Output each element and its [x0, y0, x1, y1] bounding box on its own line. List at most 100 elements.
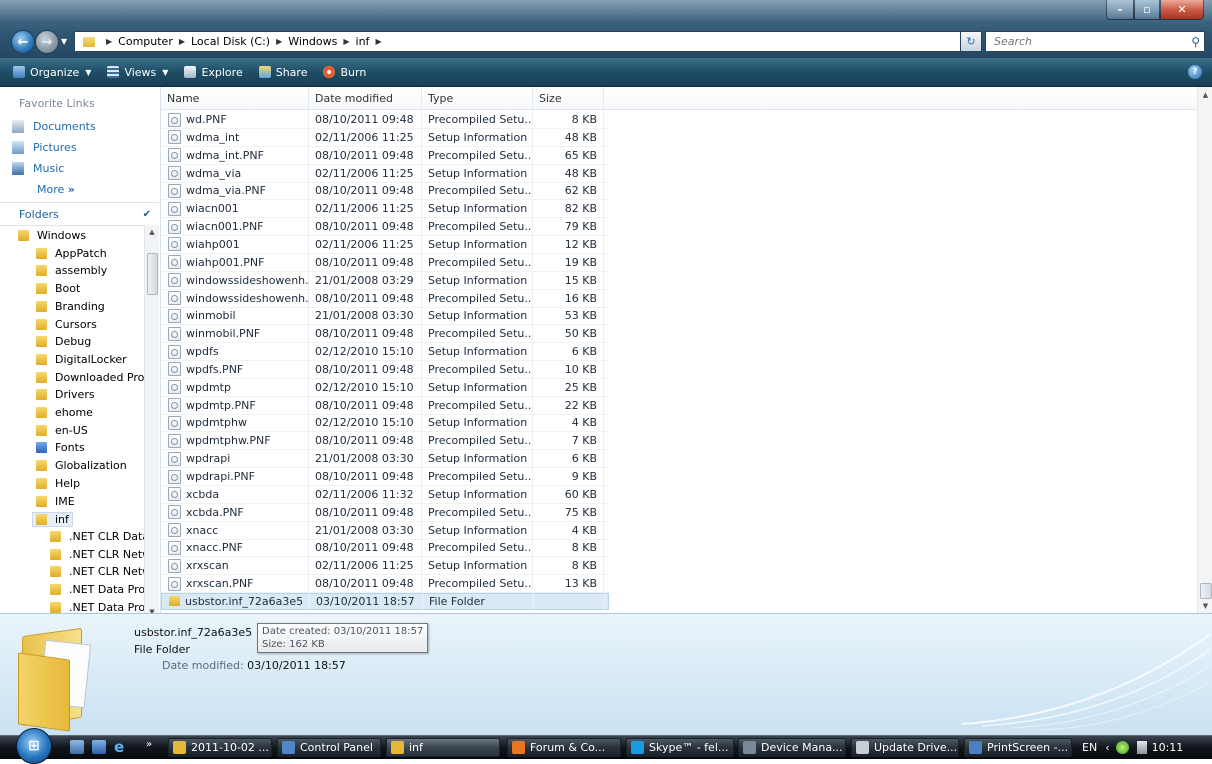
tree-folder[interactable]: .NET CLR Data	[50, 530, 144, 543]
show-desktop-icon[interactable]	[70, 740, 84, 754]
file-row[interactable]: wiacn001.PNF 08/10/2011 09:48 Precompiled …	[161, 218, 609, 237]
tree-folder[interactable]: Cursors	[36, 318, 97, 331]
scroll-up-icon[interactable]: ▲	[145, 225, 159, 239]
tree-folder[interactable]: Fonts	[36, 441, 85, 454]
tree-folder[interactable]: ehome	[36, 406, 93, 419]
tree-folder[interactable]: IME	[36, 495, 75, 508]
burn-button[interactable]: Burn	[320, 61, 369, 83]
favorite-music[interactable]: Music	[12, 162, 64, 175]
file-row[interactable]: wdma_int 02/11/2006 11:25 Setup Informatio…	[161, 128, 609, 147]
file-row[interactable]: wiahp001 02/11/2006 11:25 Setup Informatio…	[161, 235, 609, 254]
scroll-up-icon[interactable]: ▲	[1198, 87, 1212, 102]
taskbar-button[interactable]: Update Drive...	[851, 738, 959, 757]
taskbar-button[interactable]: 2011-10-02 ...	[168, 738, 272, 757]
file-row[interactable]: wpdrapi.PNF 08/10/2011 09:48 Precompiled S…	[161, 468, 609, 486]
file-row[interactable]: wdma_via.PNF 08/10/2011 09:48 Precompiled …	[161, 182, 609, 201]
column-header-size[interactable]: Size	[533, 87, 604, 109]
tree-folder[interactable]: assembly	[36, 264, 107, 277]
close-button[interactable]: ✕	[1160, 0, 1204, 20]
explore-button[interactable]: Explore	[181, 61, 245, 83]
start-button[interactable]: ⊞	[16, 728, 52, 764]
search-box[interactable]: ⚲	[985, 31, 1205, 52]
file-row[interactable]: xcbda.PNF 08/10/2011 09:48 Precompiled Set…	[161, 503, 609, 522]
tree-folder[interactable]: .NET CLR Netw	[50, 565, 144, 578]
scroll-thumb[interactable]	[1200, 583, 1212, 599]
more-links[interactable]: More »	[37, 183, 75, 196]
file-row[interactable]: wpdmtp.PNF 08/10/2011 09:48 Precompiled Se…	[161, 396, 609, 415]
file-row[interactable]: wiacn001 02/11/2006 11:25 Setup Informatio…	[161, 200, 609, 219]
folder-tree-scrollbar[interactable]: ▲ ▼	[144, 225, 159, 619]
breadcrumb-arrow-icon[interactable]: ▶	[179, 37, 185, 46]
breadcrumb-arrow-icon[interactable]: ▶	[343, 37, 349, 46]
quick-launch-more-icon[interactable]: »	[146, 739, 152, 750]
breadcrumb-arrow-icon[interactable]: ▶	[375, 37, 381, 46]
file-row[interactable]: wpdfs 02/12/2010 15:10 Setup Information 6 …	[161, 343, 609, 362]
network-icon[interactable]	[1136, 741, 1147, 754]
help-icon[interactable]: ?	[1188, 65, 1202, 79]
maximize-button[interactable]: ▫	[1134, 0, 1160, 20]
file-row[interactable]: wpdmtphw 02/12/2010 15:10 Setup Informatio…	[161, 414, 609, 433]
internet-explorer-icon[interactable]: e	[114, 738, 128, 756]
file-row[interactable]: wdma_int.PNF 08/10/2011 09:48 Precompiled …	[161, 146, 609, 165]
tree-folder[interactable]: .NET Data Prov	[50, 583, 144, 596]
file-row[interactable]: winmobil.PNF 08/10/2011 09:48 Precompiled …	[161, 325, 609, 344]
tree-folder[interactable]: Boot	[36, 282, 80, 295]
file-row[interactable]: wpdrapi 21/01/2008 03:30 Setup Information…	[161, 450, 609, 469]
views-button[interactable]: Views ▼	[104, 61, 171, 83]
scroll-down-icon[interactable]: ▼	[1198, 598, 1212, 613]
share-button[interactable]: Share	[256, 61, 311, 83]
file-row[interactable]: wpdmtphw.PNF 08/10/2011 09:48 Precompiled …	[161, 432, 609, 451]
taskbar-button[interactable]: PrintScreen -...	[964, 738, 1072, 757]
recent-pages-dropdown[interactable]: ▼	[61, 37, 67, 46]
search-icon[interactable]: ⚲	[1191, 35, 1200, 49]
tree-folder[interactable]: DigitalLocker	[36, 353, 127, 366]
breadcrumb-windows[interactable]: Windows	[288, 35, 337, 48]
favorite-pictures[interactable]: Pictures	[12, 141, 77, 154]
back-button[interactable]: ←	[11, 30, 35, 54]
file-row[interactable]: wdma_via 02/11/2006 11:25 Setup Informatio…	[161, 164, 609, 183]
taskbar-button[interactable]: Control Panel	[277, 738, 381, 757]
taskbar-button[interactable]: Forum & Co...	[507, 738, 621, 757]
minimize-button[interactable]: –	[1106, 0, 1134, 20]
tree-folder[interactable]: Debug	[36, 335, 91, 348]
organize-button[interactable]: Organize ▼	[10, 61, 94, 83]
tree-folder[interactable]: Help	[36, 477, 80, 490]
tree-folder[interactable]: AppPatch	[36, 247, 107, 260]
tree-folder[interactable]: Downloaded Pro	[36, 371, 144, 384]
search-input[interactable]	[992, 34, 1176, 49]
switch-windows-icon[interactable]	[92, 740, 106, 754]
breadcrumb-inf[interactable]: inf	[356, 35, 370, 48]
column-header-date[interactable]: Date modified	[309, 87, 422, 109]
taskbar-button[interactable]: inf	[386, 738, 500, 757]
address-bar[interactable]: ▶ Computer ▶ Local Disk (C:) ▶ Windows ▶…	[74, 31, 976, 52]
file-row[interactable]: xnacc.PNF 08/10/2011 09:48 Precompiled Set…	[161, 539, 609, 558]
file-row[interactable]: wpdfs.PNF 08/10/2011 09:48 Precompiled Set…	[161, 360, 609, 379]
breadcrumb-arrow-icon[interactable]: ▶	[276, 37, 282, 46]
file-row[interactable]: xcbda 02/11/2006 11:32 Setup Information 60…	[161, 485, 609, 504]
file-row[interactable]: xnacc 21/01/2008 03:30 Setup Information 4 …	[161, 521, 609, 540]
tree-folder[interactable]: .NET Data Prov	[50, 601, 144, 614]
file-row[interactable]: usbstor.inf_72a6a3e5 03/10/2011 18:57 File…	[161, 592, 609, 610]
favorite-documents[interactable]: Documents	[12, 120, 96, 133]
tree-folder[interactable]: .NET CLR Netw	[50, 548, 144, 561]
scroll-thumb[interactable]	[147, 253, 158, 295]
clock[interactable]: 10:11	[1152, 741, 1184, 754]
tray-expand-icon[interactable]: ‹	[1105, 741, 1109, 754]
tree-folder[interactable]: Drivers	[36, 388, 95, 401]
breadcrumb-computer[interactable]: Computer	[118, 35, 173, 48]
file-row[interactable]: winmobil 21/01/2008 03:30 Setup Informatio…	[161, 307, 609, 326]
tree-folder[interactable]: en-US	[36, 424, 88, 437]
tree-folder[interactable]: Windows	[18, 229, 86, 242]
file-row[interactable]: windowssideshowenh... 08/10/2011 09:48 Pre…	[161, 289, 609, 308]
tree-folder[interactable]: Branding	[36, 300, 105, 313]
tree-folder[interactable]: inf	[32, 512, 73, 528]
folders-header[interactable]: Folders ✔	[0, 202, 159, 226]
file-row[interactable]: xrxscan.PNF 08/10/2011 09:48 Precompiled S…	[161, 575, 609, 594]
file-row[interactable]: wd.PNF 08/10/2011 09:48 Precompiled Setu..…	[161, 111, 609, 129]
forward-button[interactable]: →	[35, 30, 59, 54]
column-header-name[interactable]: Name	[161, 87, 309, 109]
file-row[interactable]: wpdmtp 02/12/2010 15:10 Setup Information 2…	[161, 378, 609, 397]
breadcrumb-local-disk[interactable]: Local Disk (C:)	[191, 35, 270, 48]
language-indicator[interactable]: EN	[1082, 741, 1097, 754]
refresh-button[interactable]: ↻	[960, 31, 982, 52]
